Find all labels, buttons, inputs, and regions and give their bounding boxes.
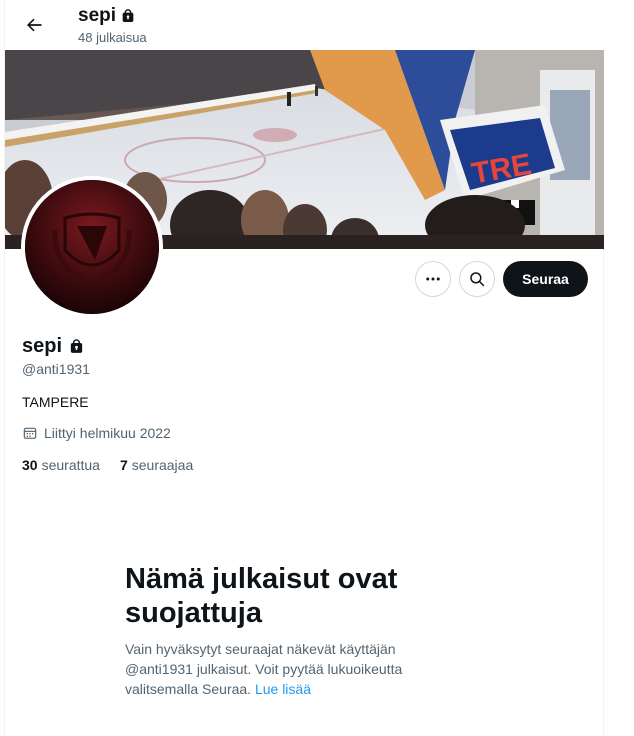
header-name-text: sepi xyxy=(78,5,117,26)
learn-more-link[interactable]: Lue lisää xyxy=(255,681,311,697)
protected-title: Nämä julkaisut ovat suojattuja xyxy=(125,563,398,629)
profile-bio: TAMPERE xyxy=(22,394,89,410)
lock-icon xyxy=(70,339,83,353)
profile-handle: @anti1931 xyxy=(22,361,90,377)
avatar[interactable] xyxy=(21,176,163,318)
join-date: Liittyi helmikuu 2022 xyxy=(22,425,171,441)
follow-button[interactable]: Seuraa xyxy=(503,261,588,297)
post-count: 48 julkaisua xyxy=(78,30,147,45)
arrow-left-icon xyxy=(27,18,42,32)
protected-body: Vain hyväksytyt seuraajat näkevät käyttä… xyxy=(125,639,455,699)
following-count: 30 xyxy=(22,457,38,473)
join-date-text: Liittyi helmikuu 2022 xyxy=(44,425,171,441)
header-name: sepi xyxy=(78,5,136,27)
profile-name-text: sepi xyxy=(22,335,63,357)
followers-label: seuraajaa xyxy=(131,457,194,473)
lock-icon xyxy=(122,9,134,22)
more-icon xyxy=(426,277,440,281)
followers-link[interactable]: 7 seuraajaa xyxy=(120,457,193,473)
following-link[interactable]: 30 seurattua xyxy=(22,457,100,473)
followers-count: 7 xyxy=(119,457,128,473)
top-bar: sepi 48 julkaisua xyxy=(5,0,604,50)
avatar-image xyxy=(25,180,159,314)
protected-notice: Nämä julkaisut ovat suojattuja Vain hyvä… xyxy=(125,562,455,699)
back-button[interactable] xyxy=(17,8,51,42)
profile-name: sepi xyxy=(22,335,85,358)
following-label: seurattua xyxy=(41,457,100,473)
search-button[interactable] xyxy=(459,261,495,297)
calendar-icon xyxy=(23,427,37,439)
profile-column: sepi 48 julkaisua TRE Seuraa sepi @anti1… xyxy=(4,0,604,736)
follow-stats: 30 seurattua 7 seuraajaa xyxy=(22,457,193,473)
search-icon xyxy=(470,272,485,287)
more-button[interactable] xyxy=(415,261,451,297)
